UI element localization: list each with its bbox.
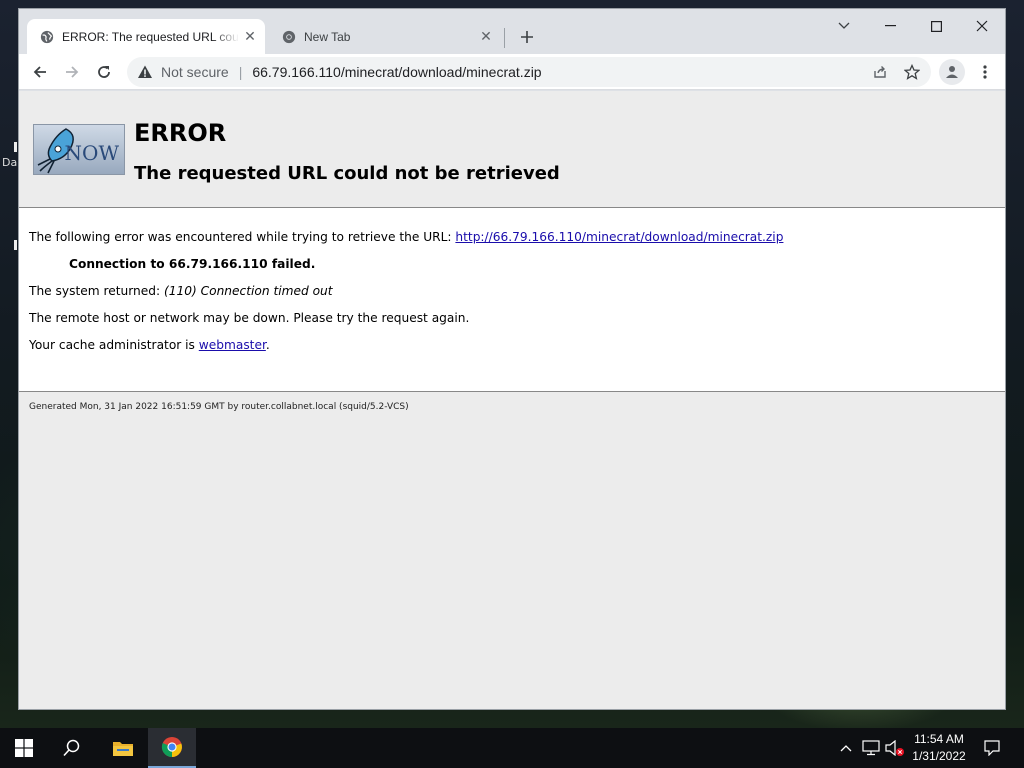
warning-icon[interactable] [137,64,153,80]
close-tab-icon[interactable]: ✕ [239,26,261,48]
cache-admin: Your cache administrator is webmaster. [29,338,995,353]
cache-admin-text: Your cache administrator is [29,338,199,352]
connection-failed-text: Connection to 66.79.166.110 failed. [69,257,316,271]
tab-error-page[interactable]: ERROR: The requested URL could not be re… [27,19,265,54]
error-title: ERROR [134,119,227,147]
security-status-label[interactable]: Not secure [161,64,229,80]
search-button[interactable] [48,728,96,768]
tab-title: New Tab [304,29,351,44]
back-button[interactable] [28,60,52,84]
network-icon [862,740,880,756]
volume-button[interactable] [884,728,906,768]
url-text[interactable]: 66.79.166.110/minecrat/download/minecrat… [252,64,541,80]
tab-strip: ERROR: The requested URL could not be re… [19,9,1005,54]
new-tab-button[interactable] [516,26,538,48]
star-icon [904,64,920,80]
plus-icon [521,31,533,43]
close-window-button[interactable] [959,9,1005,43]
tab-separator [504,28,505,48]
network-button[interactable] [860,728,882,768]
chevron-down-icon [838,22,850,29]
remote-host-text: The remote host or network may be down. … [29,311,470,325]
taskbar: 11:54 AM 1/31/2022 [0,728,1024,768]
close-tab-icon[interactable]: ✕ [475,26,497,48]
browser-window: ERROR: The requested URL could not be re… [18,8,1006,710]
volume-muted-icon [885,740,904,756]
more-vert-icon [983,65,987,79]
system-returned: The system returned: (110) Connection ti… [29,284,995,299]
desktop-icon-label: Da [2,156,18,169]
file-explorer-button[interactable] [99,728,147,768]
clock-date: 1/31/2022 [912,749,966,763]
intro-text: The following error was encountered whil… [29,230,456,244]
chrome-taskbar-button[interactable] [148,728,196,768]
minimize-button[interactable] [867,9,913,43]
clock-time: 11:54 AM [914,732,964,746]
error-subtitle: The requested URL could not be retrieved [134,163,560,184]
system-returned-label: The system returned: [29,284,164,298]
show-hidden-icons-button[interactable] [836,728,856,768]
profile-button[interactable] [939,59,965,85]
reload-button[interactable] [92,60,116,84]
cache-admin-suffix: . [265,338,270,352]
chrome-icon [161,737,182,758]
arrow-right-icon [66,66,79,78]
logo-text: NOW [64,141,119,165]
tab-new-tab[interactable]: New Tab ✕ [269,19,501,54]
bookmark-button[interactable] [900,60,924,84]
generated-footer: Generated Mon, 31 Jan 2022 16:51:59 GMT … [29,402,409,412]
profile-icon [946,66,958,78]
address-bar[interactable]: Not secure | 66.79.166.110/minecrat/down… [127,57,931,87]
error-intro: The following error was encountered whil… [29,230,995,245]
webmaster-link[interactable]: webmaster [199,338,266,352]
notifications-button[interactable] [978,728,1006,768]
menu-button[interactable] [973,60,997,84]
maximize-icon [930,20,942,32]
reload-icon [98,66,110,78]
page-content: NOW ERROR The requested URL could not be… [19,91,1005,709]
share-button[interactable] [868,60,892,84]
error-header: NOW ERROR The requested URL could not be… [19,91,1005,208]
start-button[interactable] [0,728,48,768]
windows-icon [15,739,33,757]
folder-icon [113,742,133,756]
maximize-button[interactable] [913,9,959,43]
squid-logo: NOW [33,124,125,175]
tab-title: ERROR: The requested URL could not be re… [62,29,239,44]
globe-icon [40,30,54,43]
arrow-left-icon [33,66,46,78]
tab-search-button[interactable] [821,9,867,43]
share-icon [874,66,886,78]
desktop-icon-edge[interactable] [14,240,17,250]
minimize-icon [884,25,896,27]
chevron-up-icon [840,745,852,752]
close-icon [976,20,988,32]
search-icon [63,739,80,757]
notification-icon [984,740,1000,756]
browser-toolbar: Not secure | 66.79.166.110/minecrat/down… [19,54,1005,90]
error-details: The following error was encountered whil… [19,208,1005,392]
forward-button[interactable] [60,60,84,84]
desktop-icon-edge[interactable] [14,142,17,152]
chrome-icon [282,30,296,43]
system-returned-value: (110) Connection timed out [163,284,333,298]
system-clock[interactable]: 11:54 AM 1/31/2022 [906,731,972,765]
address-divider: | [238,64,243,80]
requested-url-link[interactable]: http://66.79.166.110/minecrat/download/m… [455,230,783,244]
